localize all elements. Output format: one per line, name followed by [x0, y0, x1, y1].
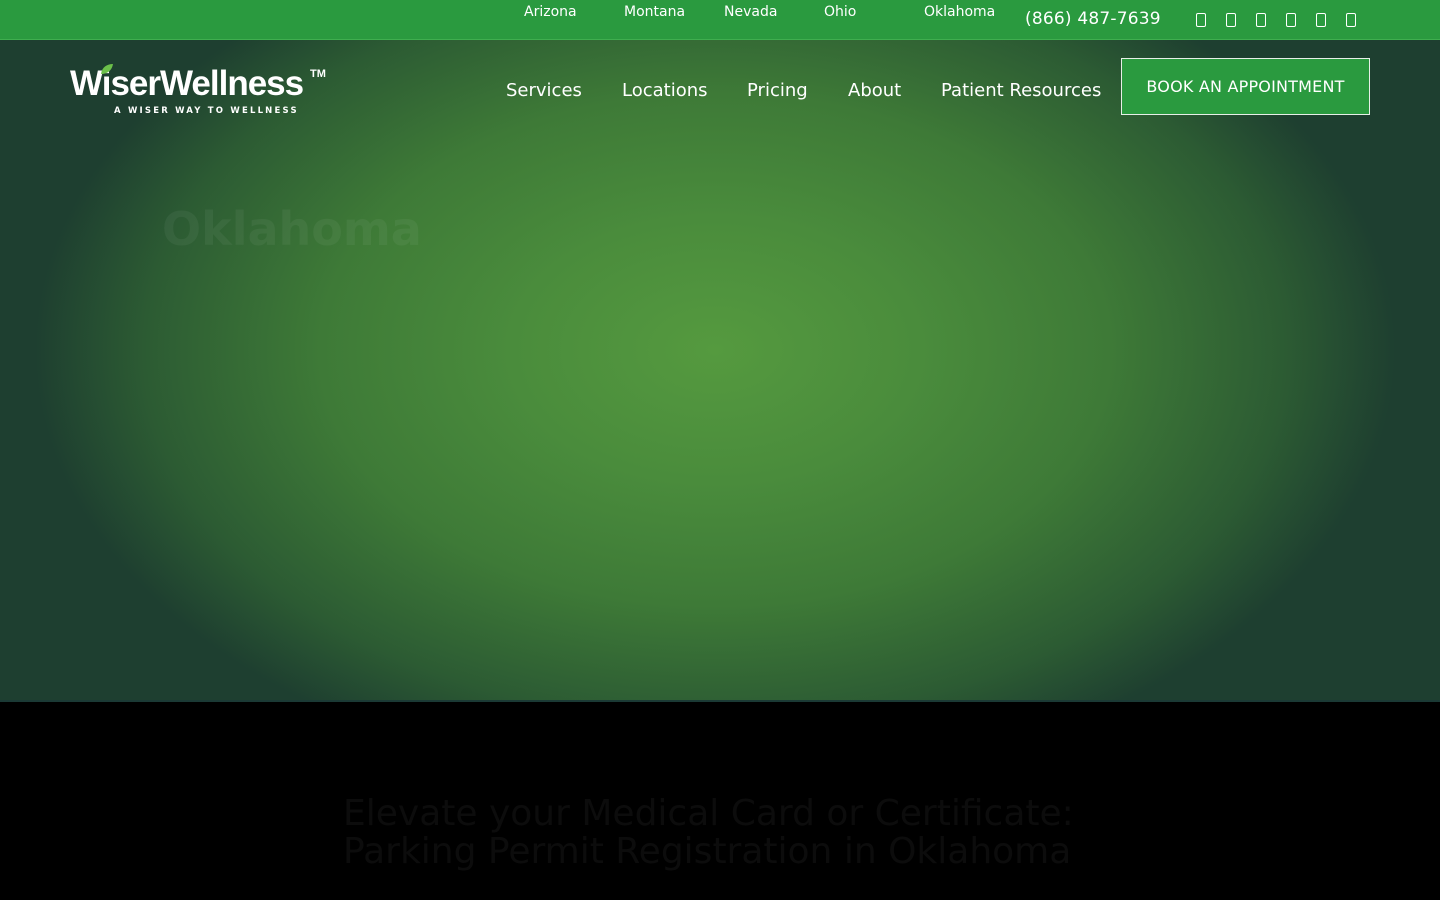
youtube-icon[interactable]	[1284, 12, 1298, 28]
book-appointment-button[interactable]: BOOK AN APPOINTMENT	[1121, 58, 1370, 115]
logo-trademark: TM	[310, 68, 326, 80]
facebook-icon[interactable]	[1194, 12, 1208, 28]
instagram-icon[interactable]	[1224, 12, 1238, 28]
nav-patient-resources[interactable]: Patient Resources	[941, 80, 1101, 101]
nav-locations[interactable]: Locations	[622, 80, 708, 101]
leaf-icon	[101, 64, 113, 74]
site-logo[interactable]: WiserWellness TM A WISER WAY TO WELLNESS	[70, 62, 330, 120]
state-link-oklahoma[interactable]: Oklahoma	[924, 4, 995, 20]
nav-services[interactable]: Services	[506, 80, 582, 101]
twitter-icon[interactable]	[1254, 12, 1268, 28]
logo-tagline: A WISER WAY TO WELLNESS	[114, 106, 299, 116]
hero-section	[0, 40, 1440, 702]
nav-about[interactable]: About	[848, 80, 901, 101]
nav-pricing[interactable]: Pricing	[747, 80, 808, 101]
linkedin-icon[interactable]	[1314, 12, 1328, 28]
state-link-arizona[interactable]: Arizona	[524, 4, 577, 20]
state-link-nevada[interactable]: Nevada	[724, 4, 777, 20]
section-heading: Elevate your Medical Card or Certificate…	[343, 793, 1074, 872]
state-link-ohio[interactable]: Ohio	[824, 4, 856, 20]
top-bar: Arizona Montana Nevada Ohio Oklahoma (86…	[0, 0, 1440, 40]
hero-title: Oklahoma	[162, 202, 422, 256]
state-link-montana[interactable]: Montana	[624, 4, 685, 20]
phone-number[interactable]: (866) 487-7639	[1025, 9, 1161, 29]
tiktok-icon[interactable]	[1344, 12, 1358, 28]
